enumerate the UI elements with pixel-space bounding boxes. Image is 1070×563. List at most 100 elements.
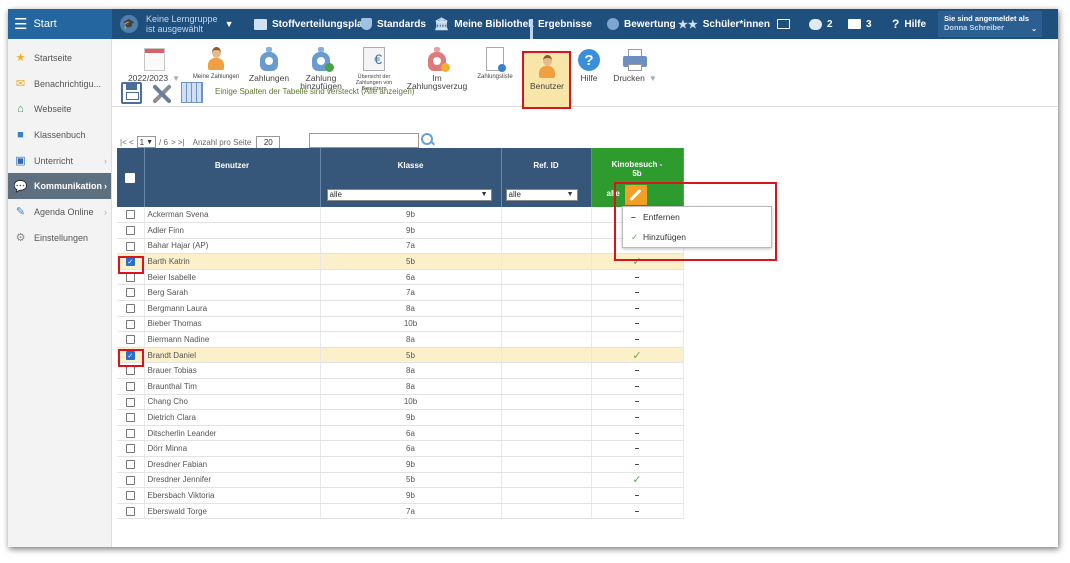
cell-kinobesuch[interactable]: – xyxy=(591,316,684,333)
sidebar-item-kommunikation[interactable]: 💬 Kommunikation › xyxy=(8,173,111,200)
hilfe-button[interactable]: ? Hilfe xyxy=(574,41,604,103)
row-checkbox[interactable] xyxy=(125,226,135,236)
cell-kinobesuch[interactable]: – xyxy=(591,487,684,504)
table-row[interactable]: Braunthal Tim 8a – xyxy=(117,378,684,395)
nav-schueler[interactable]: ★★ Schüler*innen xyxy=(678,9,770,39)
row-checkbox[interactable]: ✓ xyxy=(125,350,135,360)
row-checkbox[interactable] xyxy=(125,475,135,485)
row-checkbox[interactable] xyxy=(125,428,135,438)
benutzer-button[interactable]: Benutzer xyxy=(524,53,570,115)
row-checkbox[interactable] xyxy=(125,210,135,220)
nav-notifications[interactable]: 3 xyxy=(848,9,872,39)
table-row[interactable]: Bieber Thomas 10b – xyxy=(117,316,684,333)
cell-kinobesuch[interactable]: – xyxy=(591,378,684,395)
user-menu[interactable]: Sie sind angemeldet als Donna Schreiber … xyxy=(938,11,1042,37)
cell-kinobesuch[interactable]: – xyxy=(591,503,684,520)
nav-hilfe[interactable]: ? Hilfe xyxy=(892,9,926,39)
table-row[interactable]: Brauer Tobias 8a – xyxy=(117,362,684,380)
sidebar-item-webseite[interactable]: ⌂ Webseite xyxy=(8,96,111,122)
cell-kinobesuch[interactable]: – xyxy=(591,331,684,348)
zahlungsliste-button[interactable]: Zahlungsliste xyxy=(472,41,518,103)
cell-kinobesuch[interactable]: ✓ xyxy=(591,347,684,364)
table-row[interactable]: Adler Finn 9b xyxy=(117,222,684,239)
wrench-icon[interactable] xyxy=(624,185,647,205)
table-row[interactable]: ✓ Barth Katrin 5b ✓ xyxy=(117,253,684,270)
row-checkbox[interactable] xyxy=(125,506,135,516)
row-checkbox[interactable] xyxy=(125,397,135,407)
klasse-filter-select[interactable]: alle ▼ xyxy=(326,189,492,201)
search-input[interactable] xyxy=(309,133,419,148)
nav-ergebnisse[interactable]: Ergebnisse xyxy=(530,9,592,43)
nav-bewertung[interactable]: Bewertung xyxy=(607,9,676,39)
sidebar-item-einstellungen[interactable]: ⚙ Einstellungen xyxy=(8,225,111,251)
sidebar-item-benachrichtigungen[interactable]: ✉ Benachrichtigu... xyxy=(8,71,111,97)
cell-kinobesuch[interactable]: – xyxy=(591,394,684,411)
table-row[interactable]: Beier Isabelle 6a – xyxy=(117,269,684,286)
nav-meine-bibliothek[interactable]: 🏛 Meine Bibliothek xyxy=(434,9,534,39)
row-checkbox[interactable] xyxy=(125,335,135,345)
table-row[interactable]: Bahar Hajar (AP) 7a xyxy=(117,238,684,255)
menu-item-entfernen[interactable]: – Entfernen xyxy=(623,207,771,227)
column-header-benutzer[interactable]: Benutzer xyxy=(144,148,321,207)
search-icon[interactable] xyxy=(421,133,435,147)
table-row[interactable]: ✓ Brandt Daniel 5b ✓ xyxy=(117,347,684,364)
learning-group-selector[interactable]: 🎓 Keine Lerngruppe ist ausgewählt ▼ xyxy=(120,13,233,35)
row-checkbox[interactable]: ✓ xyxy=(125,257,135,267)
sidebar-item-startseite[interactable]: ★ Startseite xyxy=(8,45,111,71)
table-row[interactable]: Ebersbach Viktoria 9b – xyxy=(117,487,684,504)
nav-standards[interactable]: Standards xyxy=(361,9,426,39)
row-checkbox[interactable] xyxy=(125,444,135,454)
row-checkbox[interactable] xyxy=(125,241,135,251)
column-header-refid[interactable]: Ref. ID alle ▼ xyxy=(501,148,592,207)
pager-next-last[interactable]: > >| xyxy=(171,138,185,147)
refid-filter-select[interactable]: alle ▼ xyxy=(505,189,578,201)
cell-kinobesuch[interactable]: – xyxy=(591,409,684,426)
page-select[interactable]: 1 ▼ xyxy=(136,136,157,148)
show-all-link[interactable]: (Alle anzeigen) xyxy=(361,87,414,96)
cell-kinobesuch[interactable]: – xyxy=(591,456,684,473)
table-row[interactable]: Chang Cho 10b – xyxy=(117,394,684,411)
cell-kinobesuch[interactable]: ✓ xyxy=(591,472,684,489)
cell-kinobesuch[interactable]: – xyxy=(591,284,684,302)
column-header-klasse[interactable]: Klasse alle ▼ xyxy=(320,148,502,207)
table-row[interactable]: Dresdner Jennifer 5b ✓ xyxy=(117,472,684,489)
cell-kinobesuch[interactable]: – xyxy=(591,440,684,457)
table-row[interactable]: Eberswald Torge 7a – xyxy=(117,503,684,520)
cell-kinobesuch[interactable]: ✓ xyxy=(591,253,684,270)
row-checkbox[interactable] xyxy=(125,366,135,376)
table-row[interactable]: Bergmann Laura 8a – xyxy=(117,300,684,317)
im-zahlungsverzug-button[interactable]: Im Zahlungsverzug xyxy=(406,41,468,103)
cell-kinobesuch[interactable]: – xyxy=(591,269,684,286)
row-checkbox[interactable] xyxy=(125,382,135,392)
row-checkbox[interactable] xyxy=(125,288,135,298)
pager-first-prev[interactable]: |< < xyxy=(120,138,134,147)
menu-item-hinzufuegen[interactable]: ✓ Hinzufügen xyxy=(623,227,771,247)
row-checkbox[interactable] xyxy=(125,272,135,282)
cell-kinobesuch[interactable]: – xyxy=(591,300,684,317)
table-row[interactable]: Ditscherlin Leander 6a – xyxy=(117,425,684,442)
table-row[interactable]: Biermann Nadine 8a – xyxy=(117,331,684,348)
row-checkbox[interactable] xyxy=(125,413,135,423)
nav-screen-share[interactable] xyxy=(777,9,795,39)
row-checkbox[interactable] xyxy=(125,459,135,469)
columns-icon[interactable] xyxy=(181,82,203,103)
row-checkbox[interactable] xyxy=(125,319,135,329)
per-page-input[interactable]: 20 xyxy=(256,135,281,149)
drucken-button[interactable]: Drucken ▼ xyxy=(610,41,660,103)
row-checkbox[interactable] xyxy=(125,304,135,314)
nav-stoffverteilungsplan[interactable]: Stoffverteilungsplan xyxy=(254,9,369,39)
table-row[interactable]: Dietrich Clara 9b – xyxy=(117,409,684,426)
start-menu-button[interactable]: ☰ Start xyxy=(8,9,112,39)
sidebar-item-agenda-online[interactable]: ✎ Agenda Online › xyxy=(8,199,111,225)
nav-messages[interactable]: 2 xyxy=(809,9,833,39)
tools-icon[interactable] xyxy=(149,82,175,106)
row-checkbox[interactable] xyxy=(125,491,135,501)
sidebar-item-unterricht[interactable]: ▣ Unterricht › xyxy=(8,148,111,174)
column-header-kinobesuch[interactable]: Kinobesuch - 5b alle xyxy=(591,148,684,207)
table-row[interactable]: Dresdner Fabian 9b – xyxy=(117,456,684,473)
sidebar-item-klassenbuch[interactable]: ■ Klassenbuch xyxy=(8,122,111,148)
table-row[interactable]: Berg Sarah 7a – xyxy=(117,284,684,302)
save-icon[interactable] xyxy=(121,82,142,104)
select-all-checkbox[interactable] xyxy=(125,173,135,183)
table-row[interactable]: Dörr Minna 6a – xyxy=(117,440,684,457)
